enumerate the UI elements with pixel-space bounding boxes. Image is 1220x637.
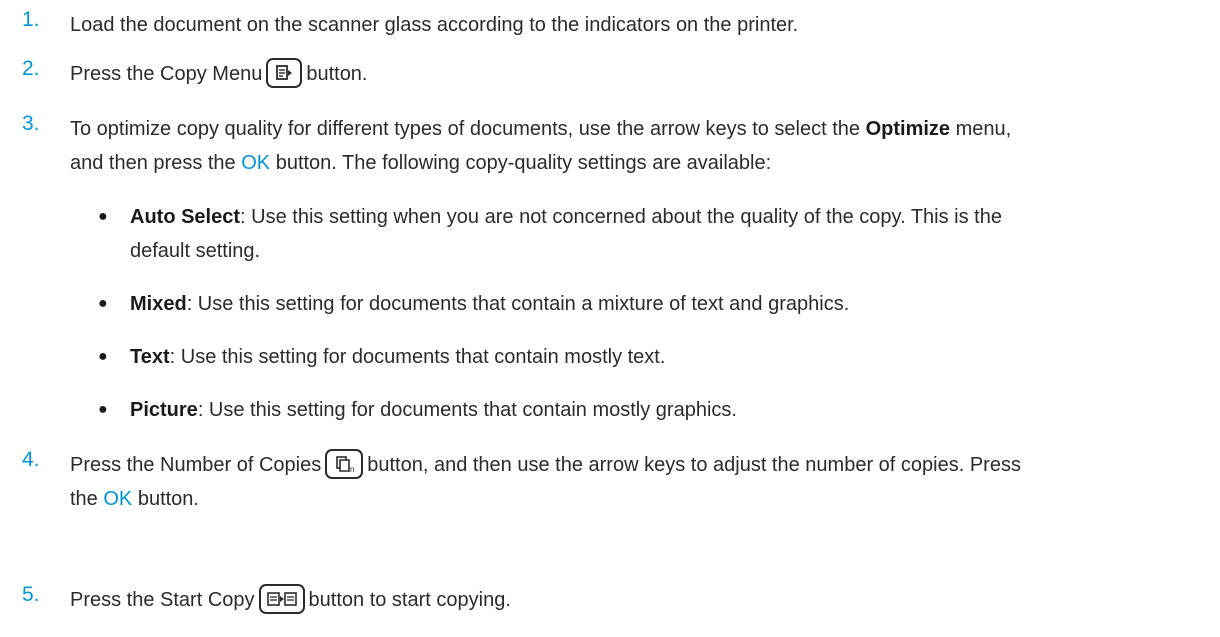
step-text: To optimize copy quality for different t… [70, 118, 1012, 174]
optimize-menu-label: Optimize [865, 118, 951, 140]
step-number: 4. [22, 448, 40, 471]
copy-menu-icon [266, 57, 303, 88]
step-text: Load the document on the scanner glass a… [70, 14, 799, 36]
option-label: Mixed [130, 293, 187, 315]
start-copy-icon [258, 583, 305, 614]
ok-button-label: OK [103, 488, 133, 510]
step-number: 5. [22, 583, 40, 606]
bullet-icon: ● [98, 401, 108, 418]
ok-button-label: OK [241, 152, 271, 174]
step-number: 1. [22, 8, 40, 31]
step-text: Press the Number of Copies n button, and… [70, 448, 1200, 516]
bullet-icon: ● [98, 208, 108, 225]
option-label: Text [130, 346, 170, 368]
svg-text:n: n [350, 465, 354, 474]
number-of-copies-icon: n [325, 448, 364, 479]
bullet-icon: ● [98, 295, 108, 312]
step-number: 3. [22, 112, 40, 135]
bullet-icon: ● [98, 348, 108, 365]
step-number: 2. [22, 57, 40, 80]
step-text: Press the Copy Menu button. [70, 57, 1200, 91]
option-label: Picture [130, 399, 198, 421]
step-text: Press the Start Copy button to start cop… [70, 583, 1200, 617]
option-label: Auto Select [130, 206, 241, 228]
